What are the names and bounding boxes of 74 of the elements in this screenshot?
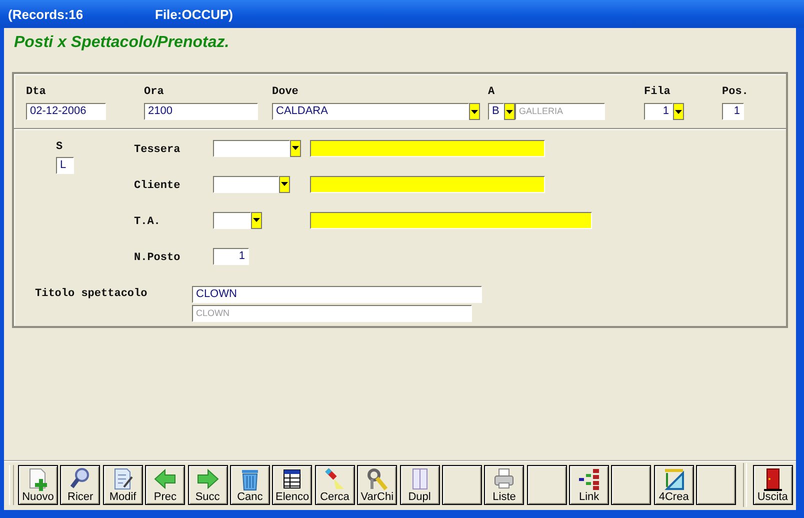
dropdown-button[interactable] [504,103,515,120]
text-field[interactable]: 2100 [144,103,258,120]
lookup-field[interactable] [310,212,592,228]
toolbar-button[interactable]: Cerca [314,465,355,505]
toolbar-button[interactable]: Ricer [60,465,100,505]
toolbar-button[interactable]: Modif [102,465,143,505]
dropdown-field[interactable] [213,140,290,156]
blank-button[interactable] [442,465,482,505]
dropdown-field[interactable]: B [488,103,504,120]
blank-button[interactable] [696,465,736,505]
toolbar-button[interactable]: Succ [188,465,228,505]
dropdown-arrow-icon [281,182,288,186]
set-square-icon [662,467,685,491]
blank-button[interactable] [611,465,652,505]
field-label: Titolo spettacolo [35,288,148,301]
text-field[interactable]: L [56,157,74,174]
dropdown-button[interactable] [251,212,262,228]
field-label: T.A. [134,216,160,228]
dropdown-field[interactable] [213,212,251,228]
field-label: Tessera [134,144,180,156]
field-label: Pos. [722,86,750,99]
lookup-field[interactable] [310,176,545,192]
toolbar-button[interactable]: VarChi [357,465,398,505]
dropdown-button[interactable] [673,103,684,120]
field-label: S [56,141,64,154]
right-arrow-icon [196,467,219,491]
field-label: A [488,86,496,99]
document-pencil-icon [112,467,134,491]
dropdown-button[interactable] [290,140,301,156]
text-field[interactable]: 02-12-2006 [26,103,106,120]
toolbar-button[interactable]: Canc [230,465,270,505]
door-icon [762,467,784,491]
toolbar-button[interactable]: Liste [484,465,524,505]
form-heading: Posti x Spettacolo/Prenotaz. [14,34,230,53]
blank-button[interactable] [526,465,567,505]
field-label: Ora [144,86,165,99]
window-title: (Records:16 [8,6,84,22]
number-field[interactable]: 1 [213,248,249,264]
printer-icon [493,467,516,491]
description-field: GALLERIA [515,103,605,120]
toolbar-button[interactable]: 4Crea [654,465,694,505]
dropdown-field[interactable]: 1 [644,103,673,120]
toolbar-button[interactable]: Dupl [400,465,440,505]
toolbar-button[interactable]: Nuovo [18,465,58,505]
lookup-field[interactable] [310,140,545,156]
field-label: Cliente [134,180,180,192]
text-field[interactable]: CLOWN [192,286,482,303]
dropdown-arrow-icon [506,110,513,114]
dropdown-arrow-icon [292,146,299,150]
left-arrow-icon [154,467,176,491]
dropdown-arrow-icon [675,110,682,114]
toolbar-button[interactable]: Elenco [272,465,312,505]
keys-icon [366,467,388,491]
number-field[interactable]: 1 [722,103,744,120]
readonly-field: CLOWN [192,305,472,322]
dropdown-arrow-icon [253,218,260,222]
dropdown-button[interactable] [279,176,290,192]
dropdown-arrow-icon [471,110,478,114]
dropdown-button[interactable] [469,103,480,120]
magnifier-icon [69,467,92,491]
window-title: File:OCCUP) [155,6,234,22]
hierarchy-icon [578,467,600,491]
flashlight-icon [324,467,346,491]
toolbar-button[interactable]: Uscita [752,465,793,505]
field-label: N.Posto [134,252,180,264]
table-icon [281,467,304,491]
new-document-icon [27,467,49,491]
field-label: Dove [272,86,300,99]
field-label: Fila [644,86,672,99]
toolbar-button[interactable]: Link [569,465,610,505]
dropdown-field[interactable]: CALDARA [272,103,469,120]
field-label: Dta [26,86,47,99]
dropdown-field[interactable] [213,176,279,192]
toolbar-button[interactable]: Prec [145,465,186,505]
